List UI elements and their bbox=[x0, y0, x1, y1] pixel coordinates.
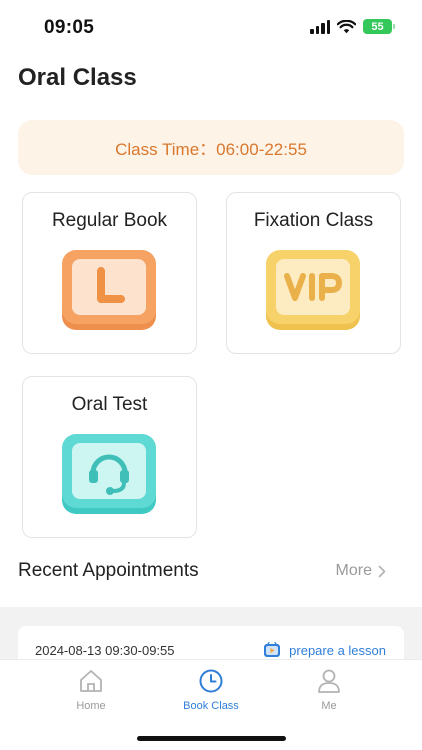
regular-book-card[interactable]: Regular Book bbox=[22, 192, 197, 354]
tab-home[interactable]: Home bbox=[41, 668, 141, 712]
card-title: Fixation Class bbox=[253, 210, 374, 231]
home-indicator bbox=[137, 736, 286, 741]
tab-home-label: Home bbox=[76, 700, 106, 712]
appointment-time: 2024-08-13 09:30-09:55 bbox=[35, 643, 175, 658]
class-time-label: Class Time：06:00-22:55 bbox=[115, 140, 307, 159]
prepare-lesson-link[interactable]: prepare a lesson bbox=[263, 642, 386, 658]
headset-icon bbox=[62, 434, 156, 514]
page-title: Oral Class bbox=[18, 64, 137, 91]
battery-icon: 55 bbox=[363, 19, 395, 34]
wifi-icon bbox=[337, 19, 356, 33]
prepare-lesson-label: prepare a lesson bbox=[289, 642, 386, 658]
tab-me-label: Me bbox=[321, 700, 337, 712]
clock-icon bbox=[199, 669, 223, 693]
oral-test-card[interactable]: Oral Test bbox=[22, 376, 197, 538]
clock-icon bbox=[62, 250, 156, 330]
chevron-right-icon bbox=[378, 565, 386, 577]
battery-level: 55 bbox=[371, 20, 384, 33]
class-time-banner: Class Time：06:00-22:55 bbox=[18, 120, 404, 175]
tab-me[interactable]: Me bbox=[279, 668, 379, 712]
tab-book-class[interactable]: Book Class bbox=[161, 668, 261, 712]
card-title: Oral Test bbox=[71, 394, 148, 415]
more-label: More bbox=[335, 562, 372, 579]
person-icon bbox=[318, 669, 340, 693]
fixation-class-card[interactable]: Fixation Class bbox=[226, 192, 401, 354]
card-title: Regular Book bbox=[51, 210, 168, 231]
recent-appointments-title: Recent Appointments bbox=[18, 560, 199, 581]
cellular-signal-icon bbox=[310, 19, 330, 34]
tab-book-class-label: Book Class bbox=[183, 700, 239, 712]
video-play-icon bbox=[264, 642, 281, 657]
vip-icon bbox=[266, 250, 360, 330]
status-icons: 55 bbox=[310, 19, 395, 34]
status-bar: 09:05 55 bbox=[0, 0, 422, 56]
more-link[interactable]: More bbox=[336, 562, 386, 580]
status-time: 09:05 bbox=[44, 17, 95, 38]
home-icon bbox=[80, 670, 102, 692]
